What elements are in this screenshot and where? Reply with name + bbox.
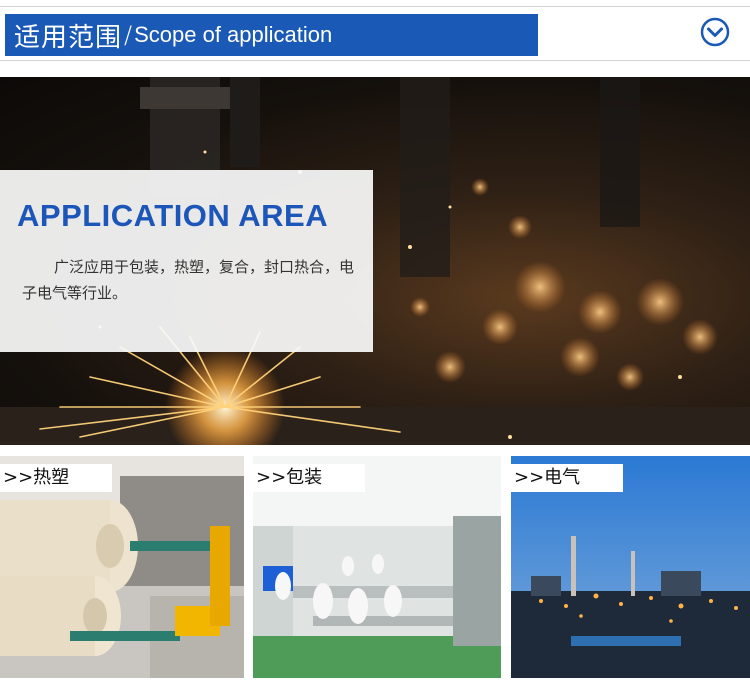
section-title-cn: 适用范围 [14, 22, 123, 53]
header-bottom-rule [0, 60, 750, 61]
section-title-en: Scope of application [134, 22, 333, 47]
title-separator: / [124, 21, 133, 49]
hero-banner: APPLICATION AREA 广泛应用于包装，热塑，复合，封口热合，电子电气… [0, 77, 750, 445]
category-tile-packaging[interactable]: >>包装 [253, 456, 501, 678]
category-label: >>电气 [511, 464, 623, 492]
header-top-rule [0, 6, 750, 7]
chevron-down-circle-icon[interactable] [700, 17, 730, 47]
section-title-bar: 适用范围 / Scope of application [5, 14, 538, 56]
application-area-heading: APPLICATION AREA [17, 198, 329, 233]
category-label: >>热塑 [0, 464, 112, 492]
application-info-box: APPLICATION AREA 广泛应用于包装，热塑，复合，封口热合，电子电气… [0, 170, 373, 352]
category-label: >>包装 [253, 464, 365, 492]
category-tile-thermoplastic[interactable]: >>热塑 [0, 456, 244, 678]
category-tile-electrical[interactable]: >>电气 [511, 456, 750, 678]
application-description: 广泛应用于包装，热塑，复合，封口热合，电子电气等行业。 [22, 258, 355, 302]
section-header: 适用范围 / Scope of application [0, 0, 750, 74]
